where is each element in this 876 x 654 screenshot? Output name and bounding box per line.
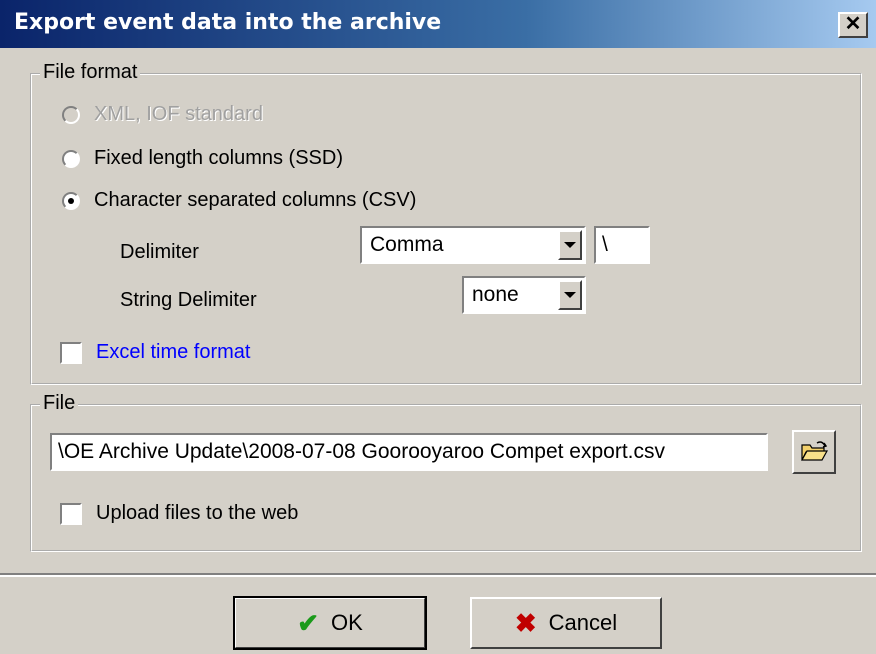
footer-separator — [0, 573, 876, 577]
file-legend: File — [40, 392, 79, 415]
cancel-button-label: Cancel — [548, 610, 618, 635]
excel-time-format-checkbox[interactable]: Excel time format — [60, 341, 250, 364]
delimiter-value: Comma — [370, 233, 444, 256]
upload-files-checkbox[interactable]: Upload files to the web — [60, 502, 298, 525]
close-button[interactable]: ✕ — [838, 12, 868, 38]
ok-button-label: OK — [331, 610, 363, 635]
window-title: Export event data into the archive — [14, 10, 442, 35]
radio-button[interactable] — [62, 105, 80, 124]
checkbox[interactable] — [60, 341, 82, 364]
chevron-down-icon — [564, 242, 576, 248]
radio-button[interactable] — [62, 191, 80, 210]
file-path-input[interactable]: \OE Archive Update\2008-07-08 Goorooyaro… — [50, 433, 768, 471]
delimiter-label: Delimiter — [120, 241, 199, 263]
delimiter-dropdown-button[interactable] — [558, 230, 582, 260]
string-delimiter-label: String Delimiter — [120, 289, 257, 311]
file-format-legend: File format — [40, 61, 141, 84]
radio-label: XML, IOF standard — [94, 103, 263, 125]
file-format-group: File format XML, IOF standard Fixed leng… — [30, 61, 862, 385]
file-group: File \OE Archive Update\2008-07-08 Gooro… — [30, 392, 862, 552]
check-icon: ✔ — [297, 608, 319, 638]
checkbox[interactable] — [60, 502, 82, 525]
checkbox-label: Excel time format — [96, 341, 251, 363]
radio-label: Character separated columns (CSV) — [94, 189, 417, 211]
folder-open-icon — [800, 441, 828, 461]
radio-fixed-length[interactable]: Fixed length columns (SSD) — [62, 147, 343, 170]
radio-csv[interactable]: Character separated columns (CSV) — [62, 189, 416, 212]
string-delimiter-select[interactable]: none — [462, 276, 586, 314]
radio-label: Fixed length columns (SSD) — [94, 147, 343, 169]
browse-button[interactable] — [792, 430, 836, 474]
string-delimiter-dropdown-button[interactable] — [558, 280, 582, 310]
checkbox-label: Upload files to the web — [96, 502, 299, 524]
ok-button[interactable]: ✔ OK — [233, 596, 427, 650]
string-delimiter-value: none — [472, 283, 519, 306]
cancel-button[interactable]: ✖ Cancel — [470, 597, 662, 649]
chevron-down-icon — [564, 292, 576, 298]
delimiter-select[interactable]: Comma — [360, 226, 586, 264]
x-icon: ✖ — [514, 608, 537, 638]
radio-button[interactable] — [62, 149, 80, 168]
title-bar: Export event data into the archive ✕ — [0, 0, 876, 48]
radio-xml-iof[interactable]: XML, IOF standard — [62, 103, 263, 126]
delimiter-char-input[interactable]: \ — [594, 226, 650, 264]
